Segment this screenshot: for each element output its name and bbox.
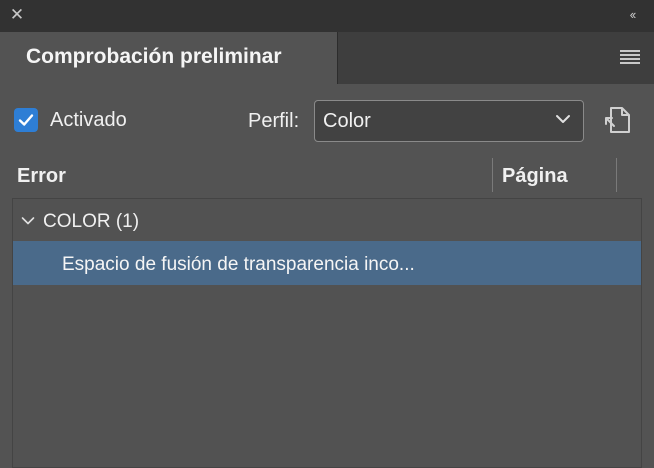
close-icon[interactable]: ✕ bbox=[8, 5, 26, 25]
enabled-checkbox[interactable] bbox=[14, 108, 38, 132]
table-header: Error Página bbox=[0, 156, 654, 194]
column-header-error[interactable]: Error bbox=[17, 165, 66, 188]
panel-titlebar: ✕ ‹‹ bbox=[0, 0, 654, 32]
list-item[interactable]: Espacio de fusión de transparencia inco.… bbox=[13, 241, 641, 285]
panel-menu-icon[interactable] bbox=[620, 50, 640, 64]
chevron-down-icon bbox=[556, 115, 570, 123]
tab-preflight[interactable]: Comprobación preliminar bbox=[0, 32, 338, 84]
profile-dropdown[interactable]: Color bbox=[314, 100, 584, 142]
column-divider[interactable] bbox=[492, 158, 493, 192]
tab-bar: Comprobación preliminar bbox=[0, 32, 654, 84]
enabled-label: Activado bbox=[50, 109, 127, 131]
column-divider[interactable] bbox=[616, 158, 617, 192]
profile-definition-icon[interactable] bbox=[602, 104, 634, 136]
double-chevron-left-icon[interactable]: ‹‹ bbox=[622, 6, 642, 24]
error-list: COLOR (1) Espacio de fusión de transpare… bbox=[12, 198, 642, 468]
group-label: COLOR (1) bbox=[43, 211, 140, 232]
profile-value: Color bbox=[323, 110, 371, 132]
list-group-color[interactable]: COLOR (1) bbox=[13, 199, 641, 241]
error-description: Espacio de fusión de transparencia inco.… bbox=[62, 254, 415, 275]
profile-label: Perfil: bbox=[248, 110, 300, 132]
tab-label: Comprobación preliminar bbox=[26, 45, 282, 68]
checkmark-icon bbox=[18, 114, 34, 126]
column-header-page[interactable]: Página bbox=[502, 165, 568, 188]
chevron-down-icon[interactable] bbox=[21, 216, 35, 226]
